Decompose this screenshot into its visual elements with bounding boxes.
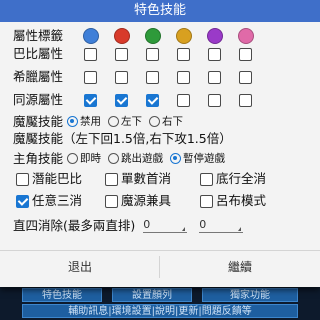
spinner-caret-icon	[238, 227, 242, 231]
option-label: 暫停遊戲	[182, 152, 225, 165]
straight-clear-spinner-1[interactable]: 0	[143, 218, 188, 233]
options-row-2: 任意三消 魔源兼具 呂布模式	[16, 192, 269, 210]
row-label-same-source: 同源屬性	[13, 91, 63, 109]
babylon-attribute-label: 巴比屬性	[13, 46, 64, 61]
option-label: 右下	[161, 115, 183, 128]
demon-skill-label: 魔魘技能	[13, 113, 64, 129]
checkbox[interactable]	[104, 195, 118, 208]
option-lubu-mode[interactable]: 呂布模式	[199, 192, 266, 210]
option-bottom-row-clear[interactable]: 底行全消	[199, 170, 266, 188]
button-divider	[0, 250, 320, 251]
feature-skill-dialog: 特色技能 屬性標籤 巴比屬性 希臘屬性 同源屬性 魔魘技能 禁用 左下 右下 魔…	[0, 0, 320, 287]
spinner-value: 0	[143, 218, 151, 231]
water-element-icon	[83, 28, 99, 44]
same-source-attribute-label: 同源屬性	[13, 92, 64, 107]
attribute-checkbox[interactable]	[239, 48, 252, 61]
checkbox-checked[interactable]	[16, 195, 29, 208]
continue-button[interactable]: 繼續	[165, 256, 315, 278]
wood-element-icon	[145, 28, 161, 44]
hero-skill-label: 主角技能	[13, 150, 64, 166]
checkbox[interactable]	[199, 195, 213, 208]
option-label: 跳出遊戲	[120, 152, 163, 165]
attribute-checkbox[interactable]	[208, 48, 221, 61]
fire-element-icon	[114, 28, 130, 44]
attribute-checkbox[interactable]	[208, 94, 221, 107]
attribute-checkbox[interactable]	[115, 71, 128, 84]
spinner-value: 0	[199, 218, 207, 231]
option-label: 底行全消	[215, 171, 266, 186]
demon-skill-option-bottom-left[interactable]: 左下	[107, 112, 142, 131]
straight-clear-row: 直四消除(最多兩直排) 0 0	[13, 216, 244, 234]
row-label-babylon: 巴比屬性	[13, 45, 63, 63]
options-row-1: 潛能巴比 單數首消 底行全消	[16, 170, 269, 188]
attribute-checkbox[interactable]	[177, 71, 190, 84]
radio-selected-icon[interactable]	[67, 116, 78, 127]
option-demon-source-combo[interactable]: 魔源兼具	[104, 192, 193, 210]
bg-exclusive-button[interactable]: 獨家功能	[202, 288, 298, 302]
option-label: 禁用	[80, 115, 101, 128]
hero-skill-option-pause-game[interactable]: 暫停遊戲	[169, 149, 225, 168]
option-label: 即時	[80, 152, 101, 165]
attribute-checkbox[interactable]	[84, 71, 97, 84]
attribute-checkbox[interactable]	[177, 48, 190, 61]
attribute-checkbox[interactable]	[239, 94, 252, 107]
button-separator	[159, 256, 160, 278]
hero-skill-option-exit-game[interactable]: 跳出遊戲	[107, 149, 163, 168]
option-label: 潛能巴比	[32, 171, 83, 186]
attribute-checkbox[interactable]	[177, 94, 190, 107]
hero-skill-row: 主角技能 即時 跳出遊戲 暫停遊戲	[13, 149, 228, 167]
row-label-greek: 希臘屬性	[13, 68, 63, 86]
option-potential-babylon[interactable]: 潛能巴比	[16, 170, 98, 188]
spinner-caret-icon	[182, 227, 186, 231]
light-element-icon	[176, 28, 192, 44]
demon-skill-option-bottom-right[interactable]: 右下	[148, 112, 183, 131]
option-single-first-clear[interactable]: 單數首消	[104, 170, 193, 188]
option-label: 左下	[120, 115, 142, 128]
bg-help-links[interactable]: 輔助訊息|環境設置|說明|更新|問題反饋等	[22, 304, 298, 318]
greek-attribute-label: 希臘屬性	[13, 69, 64, 84]
attribute-checkbox[interactable]	[208, 71, 221, 84]
demon-skill-desc-text: 魔魘技能（左下回1.5倍,右下攻1.5倍）	[13, 131, 232, 146]
heart-element-icon	[238, 28, 254, 44]
option-any-three-clear[interactable]: 任意三消	[16, 192, 98, 210]
demon-skill-option-disabled[interactable]: 禁用	[67, 112, 101, 131]
dark-element-icon	[207, 28, 223, 44]
attribute-checkbox[interactable]	[146, 48, 159, 61]
checkbox[interactable]	[104, 173, 118, 186]
bg-settings-button[interactable]: 設置顏列	[112, 288, 192, 302]
attribute-checkbox[interactable]	[115, 48, 128, 61]
radio-icon[interactable]	[67, 153, 78, 164]
dialog-title: 特色技能	[0, 0, 320, 22]
attribute-checkbox-checked[interactable]	[115, 94, 128, 107]
checkbox[interactable]	[199, 173, 213, 186]
option-label: 單數首消	[120, 171, 171, 186]
bg-feature-skill-button[interactable]: 特色技能	[22, 288, 102, 302]
hero-skill-option-instant[interactable]: 即時	[67, 149, 101, 168]
option-label: 任意三消	[32, 193, 83, 208]
attribute-label: 屬性標籤	[13, 27, 64, 43]
radio-icon[interactable]	[107, 153, 119, 164]
attribute-checkbox[interactable]	[239, 71, 252, 84]
attribute-checkbox-checked[interactable]	[146, 94, 159, 107]
demon-skill-row: 魔魘技能 禁用 左下 右下	[13, 112, 186, 130]
demon-skill-description: 魔魘技能（左下回1.5倍,右下攻1.5倍）	[13, 130, 232, 148]
option-label: 呂布模式	[215, 193, 266, 208]
straight-clear-label: 直四消除(最多兩直排)	[13, 217, 136, 233]
radio-icon[interactable]	[107, 116, 119, 127]
attribute-checkbox[interactable]	[84, 48, 97, 61]
option-label: 魔源兼具	[120, 193, 171, 208]
checkbox[interactable]	[16, 173, 29, 186]
radio-icon[interactable]	[148, 116, 160, 127]
exit-button[interactable]: 退出	[5, 256, 155, 278]
straight-clear-spinner-2[interactable]: 0	[199, 218, 244, 233]
radio-selected-icon[interactable]	[169, 153, 181, 164]
attribute-checkbox[interactable]	[146, 71, 159, 84]
attribute-checkbox-checked[interactable]	[84, 94, 97, 107]
attribute-label-row: 屬性標籤	[13, 26, 63, 44]
